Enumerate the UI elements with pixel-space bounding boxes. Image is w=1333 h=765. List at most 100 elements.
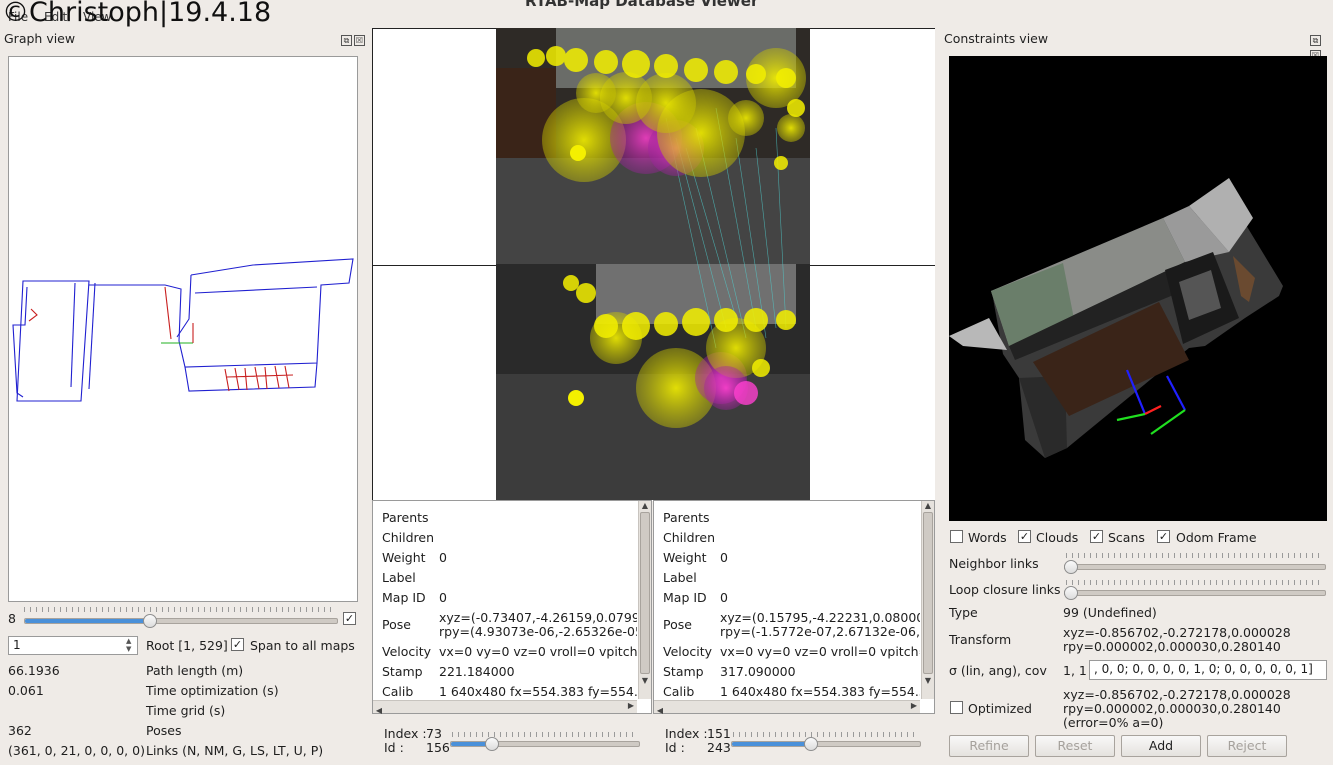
node-b-info-panel: Parents Children Weight 0 Label Map ID 0…: [653, 500, 935, 715]
info-label: Parents: [382, 510, 429, 525]
node-b-slider-handle[interactable]: [804, 737, 818, 751]
stat-value: 0.061: [8, 683, 44, 698]
window-title: RTAB-Map Database Viewer: [525, 0, 759, 10]
scroll-thumb[interactable]: [640, 512, 650, 674]
spinbox-arrows[interactable]: ▲ ▼: [126, 637, 131, 653]
image-pair[interactable]: [496, 28, 810, 500]
info-label: Pose: [663, 617, 692, 632]
refine-button[interactable]: Refine: [949, 735, 1029, 757]
node-b-slider-ticks: [733, 732, 919, 737]
clouds-label: Clouds: [1036, 530, 1079, 545]
node-b-slider[interactable]: [731, 741, 921, 747]
node-a-id-value: 156: [426, 740, 450, 755]
scroll-down-icon[interactable]: ▼: [922, 676, 934, 685]
scroll-left-icon[interactable]: ◀: [654, 706, 666, 715]
watermark: ©Christoph|19.4.18: [2, 0, 272, 28]
trajectory-graph: [12, 258, 354, 402]
info-label: Stamp: [663, 664, 704, 679]
spin-down-icon[interactable]: ▼: [126, 645, 131, 653]
info-value: rpy=(-1.5772e-07,2.67132e-06,-3: [720, 624, 920, 639]
graph-slider-checkbox[interactable]: ✓: [343, 612, 356, 625]
stat-label: Path length (m): [146, 663, 244, 678]
graph-slider-handle[interactable]: [143, 614, 157, 628]
info-value: 0: [439, 550, 447, 565]
node-b-id-label: Id :: [665, 740, 685, 755]
loop-closure-slider[interactable]: [1064, 590, 1326, 596]
sigma-label: σ (lin, ang), cov: [949, 663, 1047, 678]
info-value: 0: [439, 590, 447, 605]
info-value: vx=0 vy=0 vz=0 vroll=0 vpitch=: [720, 644, 920, 659]
node-a-slider[interactable]: [450, 741, 640, 747]
scroll-down-icon[interactable]: ▼: [639, 676, 651, 685]
words-label: Words: [968, 530, 1007, 545]
scans-checkbox[interactable]: ✓: [1090, 530, 1103, 543]
float-icon[interactable]: ⧉: [341, 35, 352, 46]
graph-slider[interactable]: [24, 618, 338, 624]
scroll-right-icon[interactable]: ▶: [908, 701, 920, 710]
node-a-index-value: 73: [426, 726, 442, 741]
scroll-left-icon[interactable]: ◀: [373, 706, 385, 715]
root-spinbox-value: 1: [13, 638, 21, 652]
node-b-id-value: 243: [707, 740, 731, 755]
span-label: Span to all maps: [250, 638, 355, 653]
node-a-hscroll[interactable]: ◀ ▶: [373, 700, 637, 715]
optimized-error: (error=0% a=0): [1063, 715, 1164, 730]
info-label: Parents: [663, 510, 710, 525]
stat-label: Time grid (s): [146, 703, 226, 718]
reject-button[interactable]: Reject: [1207, 735, 1287, 757]
scroll-right-icon[interactable]: ▶: [625, 701, 637, 710]
scroll-up-icon[interactable]: ▲: [639, 501, 651, 510]
covariance-field[interactable]: , 0, 0; 0, 0, 0, 0, 1, 0; 0, 0, 0, 0, 0,…: [1089, 660, 1327, 680]
optimized-rpy: rpy=0.000002,0.000030,0.280140: [1063, 701, 1281, 716]
neighbor-slider-handle[interactable]: [1064, 560, 1078, 574]
info-label: Velocity: [663, 644, 713, 659]
neighbor-links-slider[interactable]: [1064, 564, 1326, 570]
scroll-up-icon[interactable]: ▲: [922, 501, 934, 510]
odom-frame-checkbox[interactable]: ✓: [1157, 530, 1170, 543]
info-value: 317.090000: [720, 664, 796, 679]
info-label: Children: [663, 530, 716, 545]
loop-closure-slider-handle[interactable]: [1064, 586, 1078, 600]
loop-closure-slider-ticks: [1066, 580, 1324, 585]
optimized-xyz: xyz=-0.856702,-0.272178,0.000028: [1063, 687, 1291, 702]
stat-label: Poses: [146, 723, 182, 738]
graph-slider-ticks: [24, 607, 336, 612]
optimized-checkbox[interactable]: [950, 701, 963, 714]
node-a-vscroll[interactable]: ▲ ▼: [638, 501, 651, 699]
reset-button[interactable]: Reset: [1035, 735, 1115, 757]
add-button[interactable]: Add: [1121, 735, 1201, 757]
clouds-checkbox[interactable]: ✓: [1018, 530, 1031, 543]
words-checkbox[interactable]: [950, 530, 963, 543]
info-label: Calib: [663, 684, 695, 699]
node-b-slider-fill: [732, 742, 811, 746]
float-icon[interactable]: ⧉: [1310, 35, 1321, 46]
node-b-vscroll[interactable]: ▲ ▼: [921, 501, 934, 699]
info-label: Label: [382, 570, 416, 585]
info-value: rpy=(4.93073e-06,-2.65326e-05,: [439, 624, 637, 639]
info-label: Stamp: [382, 664, 423, 679]
close-icon[interactable]: ☒: [354, 35, 365, 46]
info-label: Map ID: [663, 590, 707, 605]
constraints-view-title: Constraints view: [944, 31, 1049, 46]
info-label: Map ID: [382, 590, 426, 605]
node-a-id-label: Id :: [384, 740, 404, 755]
node-b-hscroll[interactable]: ◀ ▶: [654, 700, 920, 715]
odom-frame-label: Odom Frame: [1176, 530, 1257, 545]
node-a-slider-handle[interactable]: [485, 737, 499, 751]
neighbor-slider-ticks: [1066, 553, 1324, 558]
node-a-slider-ticks: [452, 732, 638, 737]
scroll-thumb[interactable]: [923, 512, 933, 674]
graph-canvas[interactable]: [8, 56, 358, 602]
info-value: 1 640x480 fx=554.383 fy=554.3: [720, 684, 920, 699]
neighbor-links-label: Neighbor links: [949, 556, 1039, 571]
spin-up-icon[interactable]: ▲: [126, 637, 131, 645]
point-cloud-render: [949, 178, 1283, 458]
constraints-3d-view[interactable]: [949, 56, 1327, 521]
info-label: Children: [382, 530, 435, 545]
info-value: xyz=(0.15795,-4.22231,0.080000: [720, 610, 920, 625]
span-checkbox[interactable]: ✓: [231, 638, 244, 651]
sigma-value: 1, 1: [1063, 663, 1087, 678]
graph-slider-value: 8: [8, 611, 16, 626]
node-a-index-label: Index :: [384, 726, 427, 741]
root-spinbox[interactable]: 1: [8, 636, 138, 655]
